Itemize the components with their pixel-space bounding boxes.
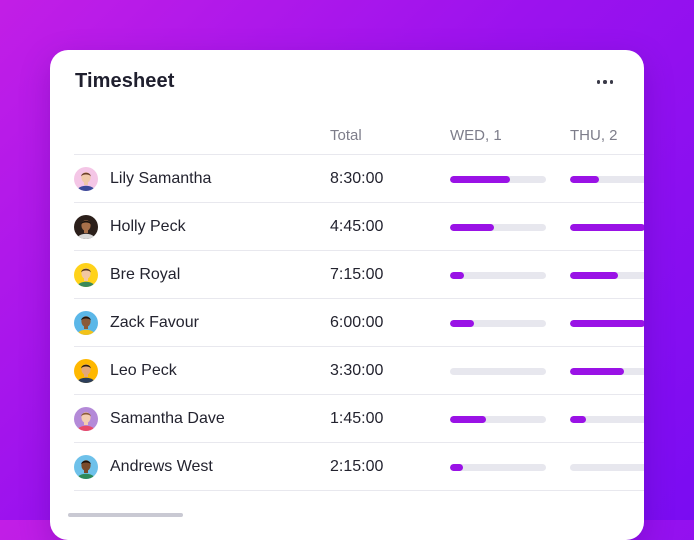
wed-progress-bar [450,320,546,327]
total-time: 6:00:00 [330,314,384,331]
person-name: Holly Peck [110,218,186,235]
progress-fill [450,272,465,279]
thu-progress-bar [570,320,644,327]
wed-progress-bar [450,464,546,471]
total-time: 2:15:00 [330,458,384,475]
thu-progress-bar [570,176,644,183]
horizontal-scrollbar[interactable] [68,513,183,517]
header-total[interactable]: Total [330,127,362,144]
progress-fill [450,224,495,231]
progress-fill [450,464,464,471]
thu-progress-bar [570,416,644,423]
table-row[interactable]: Andrews West 2:15:00 [50,443,644,491]
table-row[interactable]: Lily Samantha 8:30:00 [50,155,644,203]
person-name: Andrews West [110,458,213,475]
table-row[interactable]: Holly Peck 4:45:00 [50,203,644,251]
wed-progress-bar [450,176,546,183]
table-row[interactable]: Samantha Dave 1:45:00 [50,395,644,443]
total-time: 3:30:00 [330,362,384,379]
wed-progress-bar [450,272,546,279]
more-dot [603,80,607,84]
wed-progress-bar [450,416,546,423]
progress-fill [450,176,511,183]
person-name: Leo Peck [110,362,177,379]
table-row[interactable]: Leo Peck 3:30:00 [50,347,644,395]
row-divider [74,490,644,491]
table-row[interactable]: Zack Favour 6:00:00 [50,299,644,347]
wed-progress-bar [450,368,546,375]
header-thu[interactable]: THU, 2 [570,127,618,144]
more-dot [609,80,614,84]
avatar [74,311,98,335]
more-options-icon[interactable] [590,70,620,94]
total-time: 7:15:00 [330,266,384,283]
progress-fill [570,368,624,375]
table-row[interactable]: Bre Royal 7:15:00 [50,251,644,299]
thu-progress-bar [570,464,644,471]
person-name: Zack Favour [110,314,199,331]
progress-fill [450,320,474,327]
avatar [74,215,98,239]
person-name: Lily Samantha [110,170,212,187]
avatar [74,407,98,431]
total-time: 8:30:00 [330,170,384,187]
thu-progress-bar [570,224,644,231]
card-title: Timesheet [75,70,175,92]
progress-fill [570,176,599,183]
more-dot [596,80,601,84]
progress-fill [450,416,487,423]
progress-fill [570,224,644,231]
timesheet-card: Timesheet Total WED, 1 THU, 2 Lily Saman… [50,50,644,540]
person-name: Samantha Dave [110,410,225,427]
thu-progress-bar [570,368,644,375]
avatar [74,263,98,287]
wed-progress-bar [450,224,546,231]
progress-fill [570,320,644,327]
progress-fill [570,272,618,279]
avatar [74,359,98,383]
total-time: 1:45:00 [330,410,384,427]
total-time: 4:45:00 [330,218,384,235]
thu-progress-bar [570,272,644,279]
avatar [74,167,98,191]
header-wed[interactable]: WED, 1 [450,127,502,144]
person-name: Bre Royal [110,266,181,283]
progress-fill [570,416,587,423]
avatar [74,455,98,479]
